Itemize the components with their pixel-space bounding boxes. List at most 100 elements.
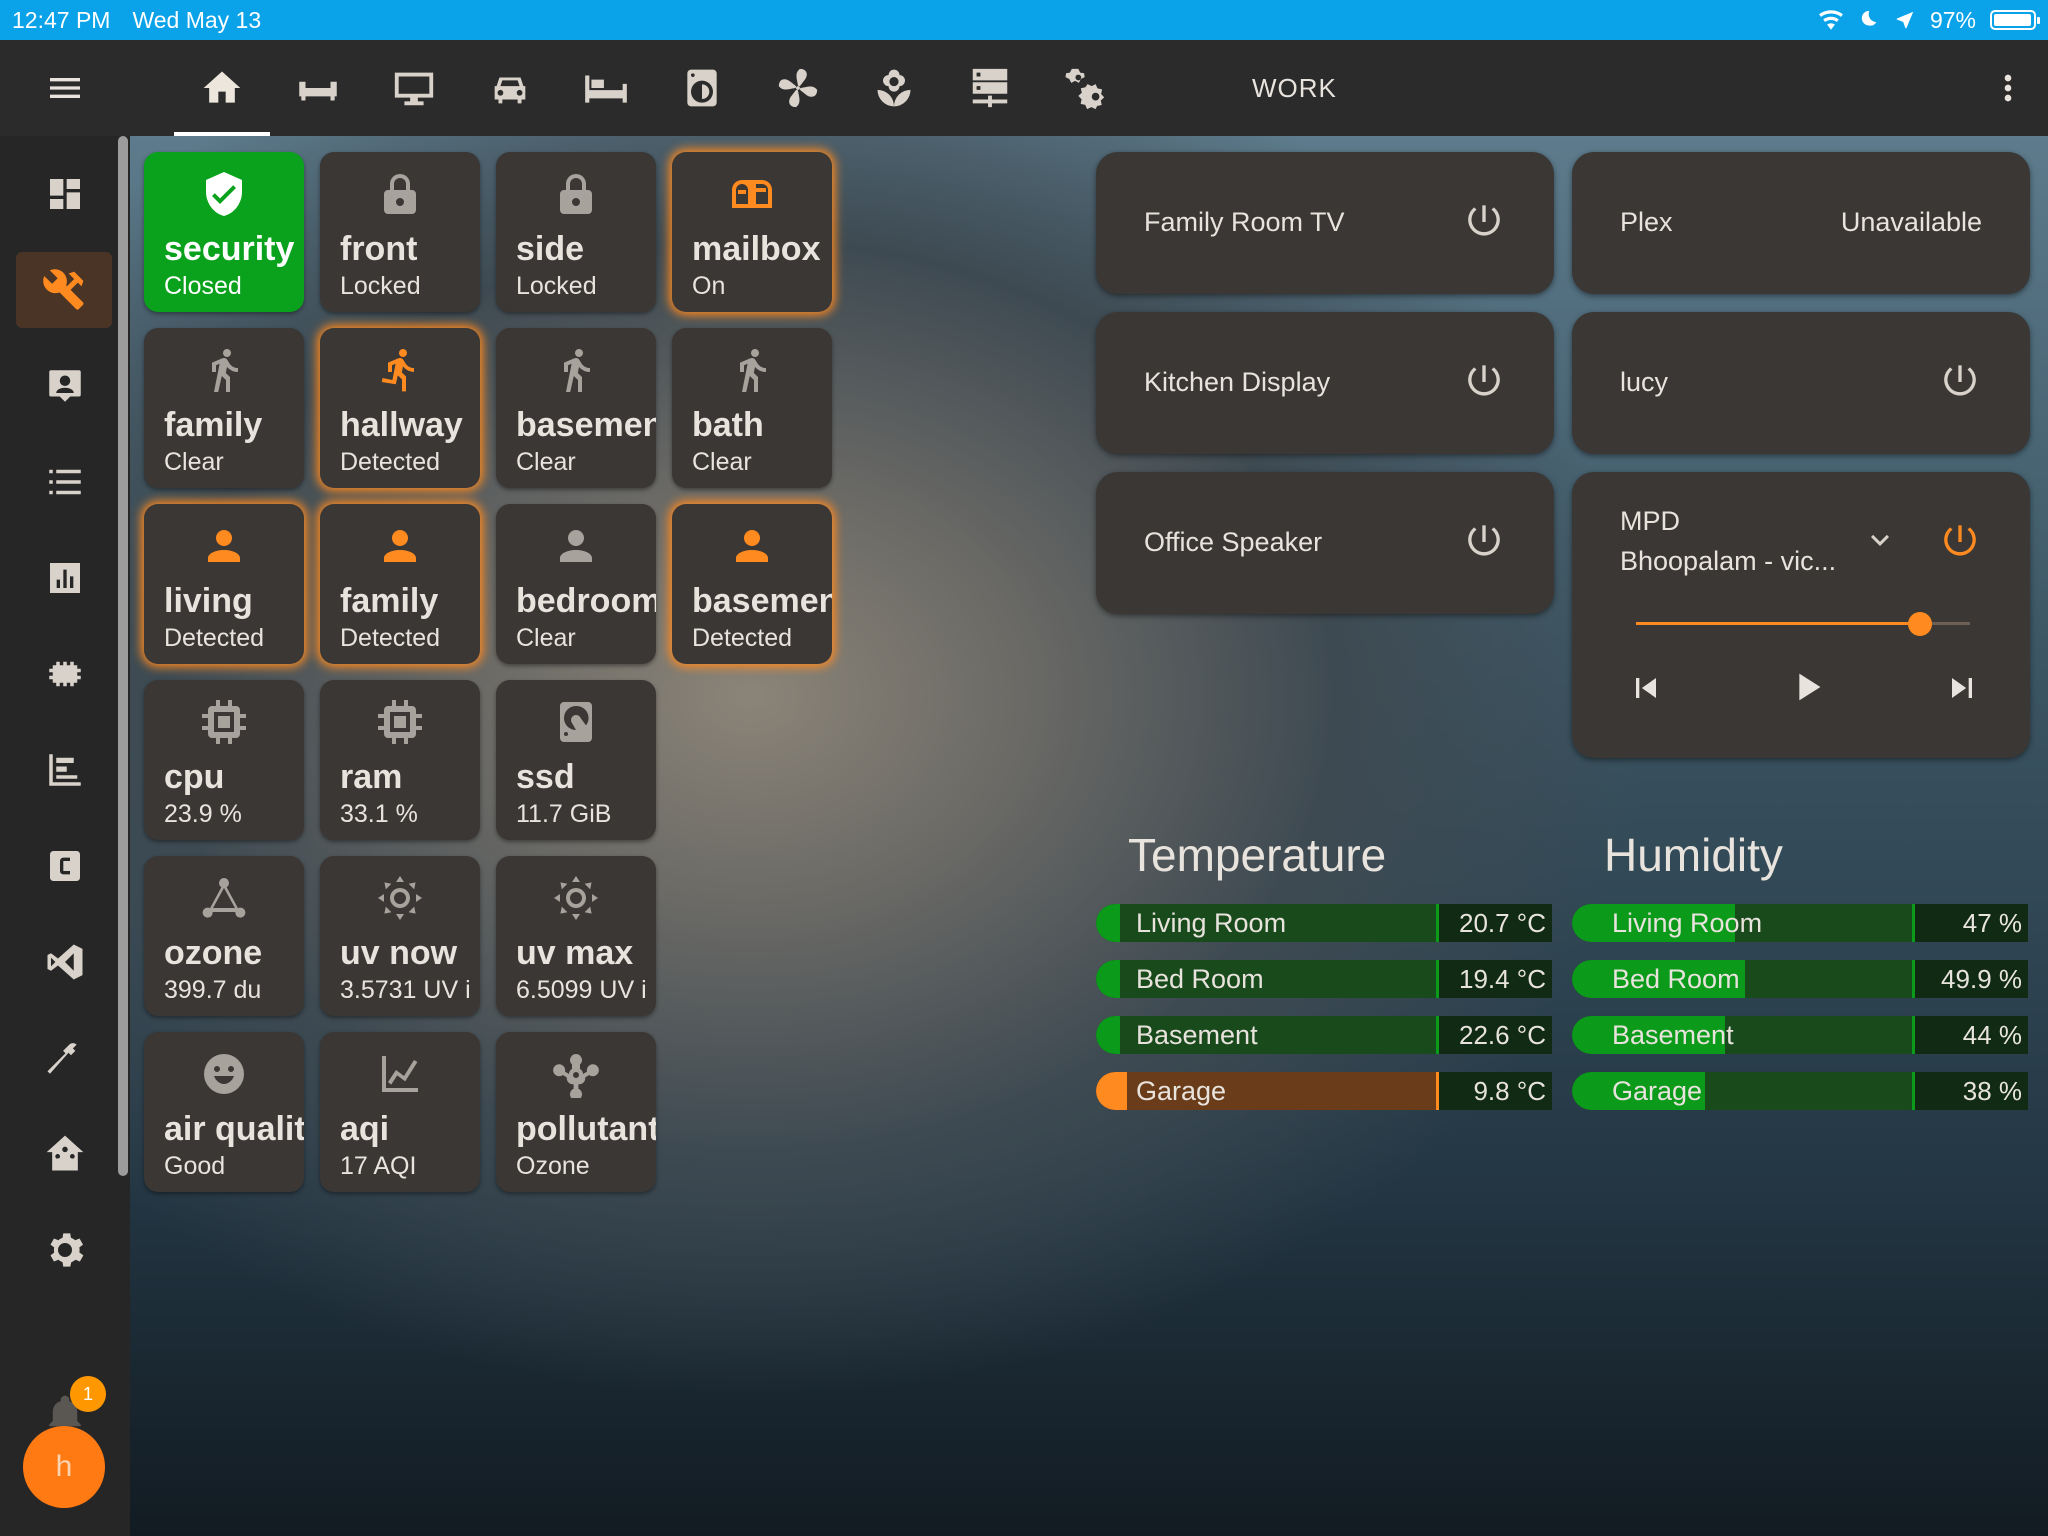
media-card-mpd[interactable]: MPD Bhoopalam - vic... [1572, 472, 2030, 758]
sidebar-item-tools[interactable] [0, 242, 130, 338]
media-name: Plex [1620, 206, 1673, 237]
tab-bedroom[interactable] [558, 40, 654, 136]
humidity-bar-row[interactable]: Living Room 47 % [1572, 904, 2028, 942]
tab-servers[interactable] [942, 40, 1038, 136]
sidebar-item-developer[interactable] [0, 1010, 130, 1106]
hammer-icon [44, 1037, 86, 1079]
entity-tile[interactable]: uv now 3.5731 UV i [320, 856, 480, 1016]
sidebar-item-timeline[interactable] [0, 722, 130, 818]
entity-tile[interactable]: ram 33.1 % [320, 680, 480, 840]
power-icon[interactable] [1464, 362, 1504, 402]
tile-name: pollutant [516, 1110, 656, 1148]
media-card-kitchen-display[interactable]: Kitchen Display [1096, 312, 1554, 454]
tile-state: Clear [516, 448, 576, 476]
fan-icon [775, 65, 821, 111]
tile-state: Closed [164, 272, 242, 300]
bar-value: 47 % [1962, 908, 2022, 938]
entity-tile[interactable]: basemen Detected [672, 504, 832, 664]
media-card-family-room-tv[interactable]: Family Room TV [1096, 152, 1554, 294]
account-icon [200, 522, 248, 570]
entity-tile[interactable]: security Closed [144, 152, 304, 312]
tab-work-label[interactable]: WORK [1252, 73, 1337, 104]
tab-living-room[interactable] [270, 40, 366, 136]
tile-state: Locked [340, 272, 421, 300]
entity-tile[interactable]: air quality Good [144, 1032, 304, 1192]
entity-tile[interactable]: family Clear [144, 328, 304, 488]
tab-climate[interactable] [750, 40, 846, 136]
media-card-plex[interactable]: Plex Unavailable [1572, 152, 2030, 294]
run-icon [376, 346, 424, 394]
tab-laundry[interactable] [654, 40, 750, 136]
entity-tile[interactable]: mailbox On [672, 152, 832, 312]
sidebar-item-settings[interactable] [0, 1202, 130, 1298]
entity-tile[interactable]: cpu 23.9 % [144, 680, 304, 840]
humidity-bar-row[interactable]: Basement 44 % [1572, 1016, 2028, 1054]
power-icon[interactable] [1464, 522, 1504, 562]
walk-icon [200, 346, 248, 394]
temperature-bar-row[interactable]: Garage 9.8 °C [1096, 1072, 1552, 1110]
sidebar-item-people[interactable] [0, 338, 130, 434]
tab-garage[interactable] [462, 40, 558, 136]
volume-slider-knob[interactable] [1908, 612, 1932, 636]
entity-tile[interactable]: family Detected [320, 504, 480, 664]
power-icon[interactable] [1940, 522, 1980, 562]
entity-tile[interactable]: ssd 11.7 GiB [496, 680, 656, 840]
menu-button[interactable] [0, 40, 130, 136]
humidity-bar-row[interactable]: Bed Room 49.9 % [1572, 960, 2028, 998]
entity-tile[interactable]: uv max 6.5099 UV i [496, 856, 656, 1016]
temperature-bar-row[interactable]: Basement 22.6 °C [1096, 1016, 1552, 1054]
tab-media[interactable] [366, 40, 462, 136]
entity-tile[interactable]: bath Clear [672, 328, 832, 488]
entity-tile[interactable]: aqi 17 AQI [320, 1032, 480, 1192]
humidity-bar-row[interactable]: Garage 38 % [1572, 1072, 2028, 1110]
sidebar-item-overview[interactable] [0, 146, 130, 242]
power-icon[interactable] [1940, 362, 1980, 402]
more-vertical-icon [1988, 68, 2028, 108]
skip-next-icon[interactable] [1942, 668, 1982, 708]
tile-name: mailbox [692, 230, 821, 268]
entity-tile[interactable]: front Locked [320, 152, 480, 312]
tile-name: ram [340, 758, 403, 796]
entity-tile[interactable]: pollutant Ozone [496, 1032, 656, 1192]
biohazard-icon [552, 1050, 600, 1098]
media-card-lucy[interactable]: lucy [1572, 312, 2030, 454]
entity-tile[interactable]: basemen Clear [496, 328, 656, 488]
volume-slider[interactable] [1636, 612, 1970, 636]
skip-previous-icon[interactable] [1626, 668, 1666, 708]
bar-label: Garage [1612, 1076, 1703, 1106]
top-app-bar: WORK [0, 40, 2048, 136]
media-name: MPD [1620, 506, 1680, 536]
tab-home[interactable] [174, 40, 270, 136]
user-avatar[interactable]: h [23, 1426, 105, 1508]
entity-tile[interactable]: side Locked [496, 152, 656, 312]
tile-state: Detected [340, 624, 441, 652]
bar-fill [1096, 1072, 1127, 1110]
chevron-down-icon[interactable] [1862, 522, 1898, 558]
temperature-bar-row[interactable]: Bed Room 19.4 °C [1096, 960, 1552, 998]
entity-tile[interactable]: ozone 399.7 du [144, 856, 304, 1016]
entity-tile[interactable]: living Detected [144, 504, 304, 664]
temperature-bar-row[interactable]: Living Room 20.7 °C [1096, 904, 1552, 942]
tab-garden[interactable] [846, 40, 942, 136]
tile-name: security [164, 230, 295, 268]
sidebar-item-home-assistant[interactable] [0, 1106, 130, 1202]
tile-name: basemen [692, 582, 832, 620]
sidebar-item-code[interactable] [0, 818, 130, 914]
account-icon [376, 522, 424, 570]
media-card-office-speaker[interactable]: Office Speaker [1096, 472, 1554, 614]
play-icon[interactable] [1784, 664, 1830, 710]
sidebar-item-system[interactable] [0, 626, 130, 722]
lock-icon [376, 170, 424, 218]
sidebar-item-logbook[interactable] [0, 434, 130, 530]
sidebar-item-history[interactable] [0, 530, 130, 626]
entity-tile[interactable]: bedroom Clear [496, 504, 656, 664]
smile-icon [200, 1050, 248, 1098]
entity-tile[interactable]: hallway Detected [320, 328, 480, 488]
scrollbar[interactable] [118, 136, 128, 1176]
sidebar-item-vscode[interactable] [0, 914, 130, 1010]
power-icon[interactable] [1464, 202, 1504, 242]
tab-settings[interactable] [1038, 40, 1134, 136]
car-icon [487, 65, 533, 111]
status-date: Wed May 13 [132, 6, 262, 33]
overflow-menu-button[interactable] [1968, 40, 2048, 136]
